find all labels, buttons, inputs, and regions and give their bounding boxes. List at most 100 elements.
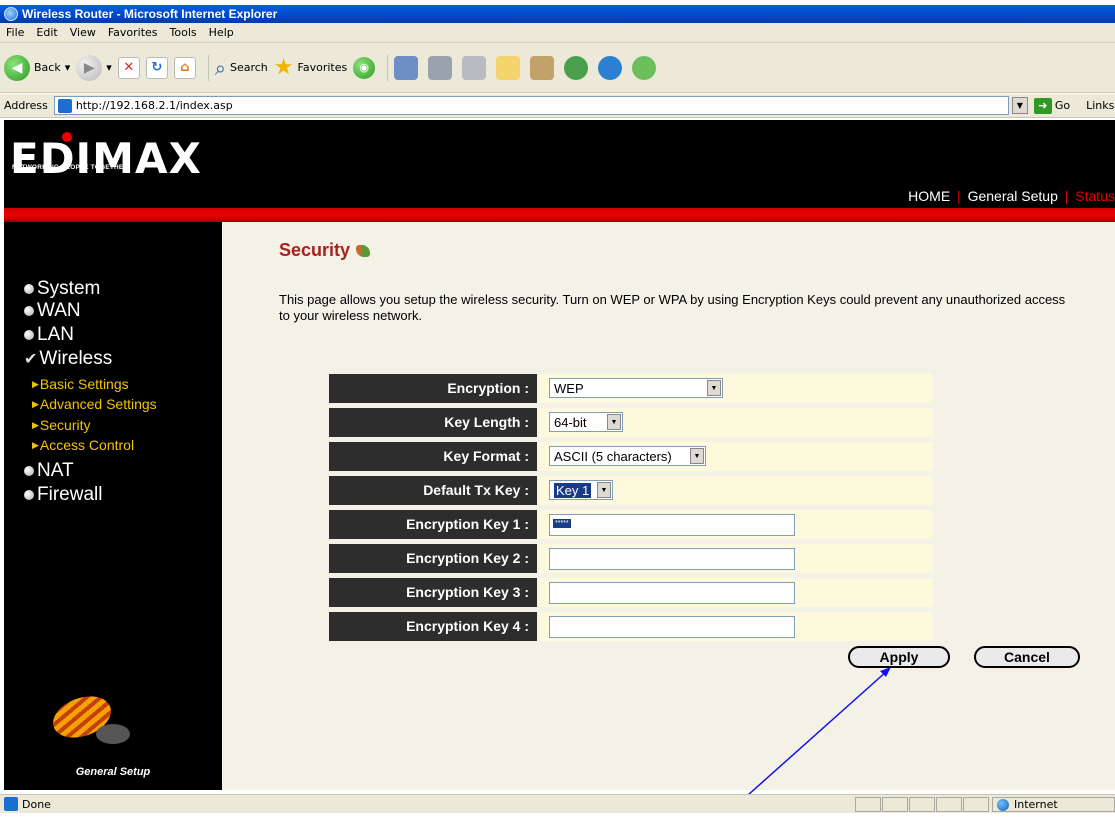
triangle-icon: ▶ (32, 378, 39, 389)
go-label: Go (1054, 99, 1071, 112)
favorites-button[interactable]: ★ Favorites (274, 52, 347, 84)
brand-logo: EDIMAX (10, 134, 202, 183)
form-row-key-length: Key Length : 64-bit ▼ (329, 406, 933, 440)
mail-icon[interactable] (394, 55, 419, 80)
key-format-label: Key Format : (329, 442, 537, 471)
security-form: Encryption : WEP ▼ Key Length : 64-bit ▼ (329, 372, 933, 644)
status-pane (882, 797, 908, 812)
sidebar-item-lan[interactable]: LAN (24, 324, 74, 346)
encryption-key1-input[interactable]: ***** (549, 514, 795, 536)
general-setup-label: General Setup (75, 766, 151, 778)
key-format-select[interactable]: ASCII (5 characters) ▼ (549, 446, 706, 466)
sidebar-label: NAT (37, 460, 74, 481)
media-icon: ◉ (353, 56, 376, 79)
sidebar-subitem-basic-settings[interactable]: ▶ Basic Settings (32, 376, 129, 392)
sidebar-item-firewall[interactable]: Firewall (24, 484, 102, 506)
window-titlebar: Wireless Router - Microsoft Internet Exp… (0, 5, 1115, 23)
nav-separator: | (1064, 188, 1069, 204)
encryption-select[interactable]: WEP ▼ (549, 378, 723, 398)
toolbar-separator (207, 54, 209, 81)
address-bar: Address http://192.168.2.1/index.asp ▼ ➜… (0, 94, 1115, 118)
menu-file[interactable]: File (0, 26, 30, 39)
sidebar-item-system[interactable]: System (24, 278, 100, 300)
header-red-bar (4, 208, 1115, 222)
form-row-key1: Encryption Key 1 : ***** (329, 508, 933, 542)
key-length-label: Key Length : (329, 408, 537, 437)
sidebar-sub-label: Access Control (39, 437, 135, 453)
sidebar-subitem-security[interactable]: ▶ Security (32, 417, 91, 433)
sidebar-item-wan[interactable]: WAN (24, 300, 81, 322)
address-dropdown-icon[interactable]: ▼ (1011, 97, 1028, 114)
encryption-key3-input[interactable] (549, 582, 795, 604)
sidebar-label: Firewall (37, 484, 103, 505)
form-cell (539, 612, 933, 641)
nav-general-setup[interactable]: General Setup (968, 188, 1058, 204)
home-button[interactable]: ⌂ (173, 52, 196, 84)
sidebar-subitem-access-control[interactable]: ▶ Access Control (32, 437, 134, 453)
page-description: This page allows you setup the wireless … (279, 292, 1066, 323)
research-icon[interactable] (530, 55, 555, 80)
status-text: Done (22, 797, 51, 811)
form-row-encryption: Encryption : WEP ▼ (329, 372, 933, 406)
forward-dropdown-icon: ▾ (106, 61, 112, 74)
menu-tools[interactable]: Tools (164, 26, 203, 39)
nav-home[interactable]: HOME (908, 188, 950, 204)
form-row-key3: Encryption Key 3 : (329, 576, 933, 610)
menu-view[interactable]: View (64, 26, 102, 39)
form-cell: ***** (539, 510, 933, 539)
default-tx-key-label: Default Tx Key : (329, 476, 537, 505)
links-button[interactable]: Links (1086, 99, 1114, 112)
nav-status[interactable]: Status (1075, 188, 1115, 204)
menu-bar: File Edit View Favorites Tools Help (0, 23, 1115, 43)
sidebar-sub-label: Security (39, 417, 91, 433)
status-pane (855, 797, 881, 812)
stop-button[interactable]: ✕ (117, 52, 140, 84)
nav-separator: | (957, 188, 961, 204)
dropdown-arrow-icon: ▼ (707, 380, 721, 396)
menu-edit[interactable]: Edit (30, 26, 63, 39)
form-row-key-format: Key Format : ASCII (5 characters) ▼ (329, 440, 933, 474)
sidebar: System WAN LAN ✔ Wireless ▶ Basic Settings… (4, 222, 222, 790)
form-cell: WEP ▼ (539, 374, 933, 403)
default-tx-key-select[interactable]: Key 1 ▼ (549, 480, 613, 500)
encryption-key4-input[interactable] (549, 616, 795, 638)
sidebar-item-wireless[interactable]: ✔ Wireless (24, 348, 112, 370)
triangle-icon: ▶ (32, 439, 39, 450)
toolbar-separator (387, 54, 389, 81)
bottom-strip (0, 813, 1115, 819)
media-button[interactable]: ◉ (353, 52, 376, 84)
edit-icon[interactable] (462, 55, 487, 80)
people-icon[interactable] (632, 55, 657, 80)
go-button[interactable]: ➜ Go (1033, 97, 1071, 114)
sidebar-subitem-advanced-settings[interactable]: ▶ Advanced Settings (32, 396, 157, 412)
encryption-key2-input[interactable] (549, 548, 795, 570)
router-header: EDIMAX NETWORKING PEOPLE TOGETHER HOME |… (4, 120, 1115, 208)
refresh-icon: ↻ (145, 56, 168, 79)
screenshot: { "window": { "title": "Wireless Router … (0, 0, 1115, 819)
address-input[interactable]: http://192.168.2.1/index.asp (53, 96, 1009, 115)
key-length-select[interactable]: 64-bit ▼ (549, 412, 623, 432)
discuss-icon[interactable] (496, 55, 521, 80)
sidebar-label: System (37, 278, 101, 299)
address-label: Address (4, 99, 48, 112)
form-row-key4: Encryption Key 4 : (329, 610, 933, 644)
encryption-key3-label: Encryption Key 3 : (329, 578, 537, 607)
status-pane (936, 797, 962, 812)
default-tx-key-value: Key 1 (554, 482, 592, 498)
icq-icon[interactable] (564, 55, 589, 80)
go-arrow-icon: ➜ (1033, 97, 1052, 114)
forward-button[interactable]: ▶ ▾ (76, 52, 112, 84)
print-icon[interactable] (428, 55, 453, 80)
cancel-button[interactable]: Cancel (974, 646, 1080, 668)
search-button[interactable]: ⌕ Search (215, 52, 268, 84)
sidebar-item-nat[interactable]: NAT (24, 460, 74, 482)
menu-help[interactable]: Help (203, 26, 240, 39)
encryption-key1-value: ***** (553, 519, 571, 528)
messenger-icon[interactable] (598, 55, 623, 80)
bullet-icon (24, 490, 34, 500)
back-button[interactable]: ◀ Back ▾ (4, 52, 70, 84)
refresh-button[interactable]: ↻ (145, 52, 168, 84)
dropdown-arrow-icon: ▼ (690, 448, 704, 464)
menu-favorites[interactable]: Favorites (102, 26, 164, 39)
apply-button[interactable]: Apply (848, 646, 950, 668)
